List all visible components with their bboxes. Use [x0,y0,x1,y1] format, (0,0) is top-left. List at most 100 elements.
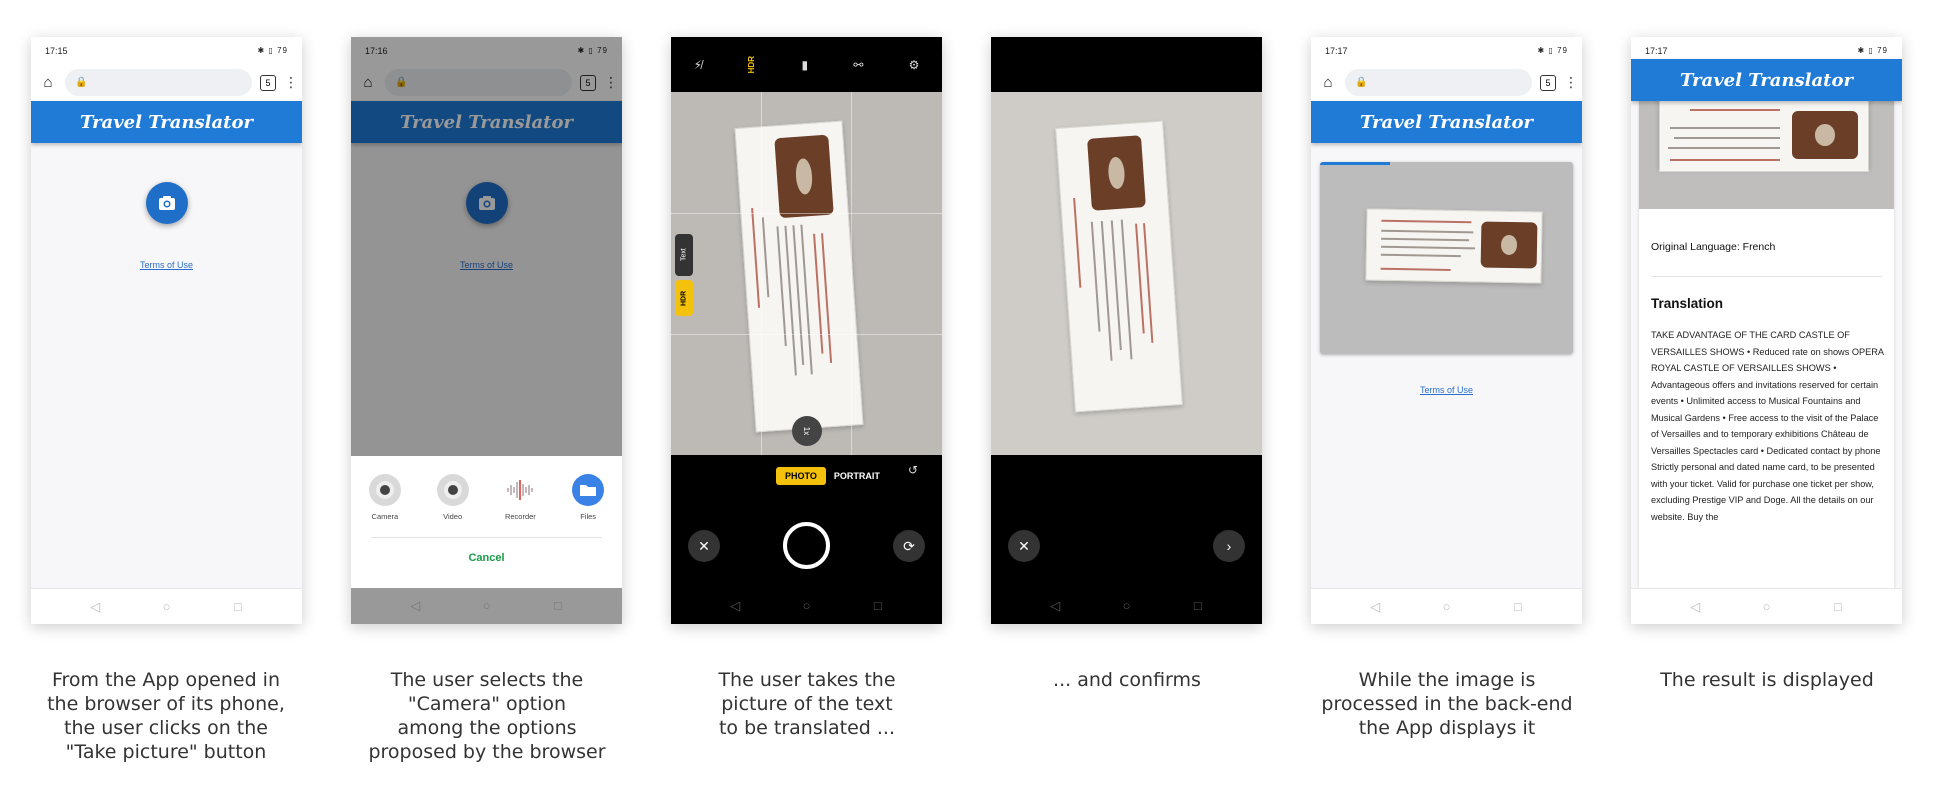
android-nav-bar: ◁ ○ □ [671,588,942,624]
back-icon[interactable]: ◁ [1368,599,1382,614]
retake-button[interactable]: ✕ [1008,530,1040,562]
back-icon[interactable]: ◁ [728,599,742,613]
switch-camera-button[interactable]: ⟳ [893,530,925,562]
terms-of-use-link[interactable]: Terms of Use [31,260,302,270]
browser-toolbar: ⌂ 🔒 5 ⋮ [31,64,302,101]
chevron-right-icon: › [1226,538,1232,554]
flash-off-icon[interactable]: ⚡̸ [694,58,702,72]
status-time: 17:17 [1325,45,1348,56]
camera-controls: PHOTO PORTRAIT ↺ ✕ ⟳ ◁ ○ □ [671,455,942,624]
recents-icon[interactable]: □ [1511,599,1525,614]
upload-progress-bar [1320,162,1390,165]
cancel-button[interactable]: Cancel [351,552,622,564]
settings-icon[interactable]: ⚙ [909,58,920,72]
phone-screen-3: ⚡̸ HDR ▮ ⚯ ⚙ Text HDR 1x PHOTO PORTRAIT … [671,37,942,624]
terms-of-use-link[interactable]: Terms of Use [1311,385,1582,395]
home-nav-icon[interactable]: ○ [800,599,814,613]
filters-icon[interactable]: ⚯ [853,58,863,72]
overflow-menu-icon[interactable]: ⋮ [284,74,298,91]
app-title-bar-sticky: Travel Translator [1631,59,1902,101]
phone-screen-6: 17:17 ✱ ▯ 79 Original Language: French T… [1631,37,1902,624]
back-icon[interactable]: ◁ [1688,599,1702,614]
text-mode-chip[interactable]: Text [675,234,693,276]
address-bar[interactable]: 🔒 [65,69,252,96]
uploaded-image-preview [1320,162,1573,354]
aspect-ratio-icon[interactable]: ▮ [801,58,808,72]
camera-top-bar: ⚡̸ HDR ▮ ⚯ ⚙ [671,37,942,92]
shutter-button[interactable] [783,522,830,569]
home-nav-icon[interactable]: ○ [1760,599,1774,614]
video-lens-icon [436,474,469,506]
caption-step-5: While the image is processed in the back… [1321,669,1573,739]
card-photo [774,134,834,219]
status-icons: ✱ ▯ 79 [257,46,288,55]
home-nav-icon[interactable]: ○ [1120,599,1134,613]
hdr-chip[interactable]: HDR [675,280,693,316]
tab-count-button[interactable]: 5 [1540,74,1556,91]
caption-step-1: From the App opened in the browser of it… [47,669,285,763]
caption-step-3: The user takes the picture of the text t… [718,669,896,739]
picker-option-camera[interactable]: Camera [360,474,410,521]
home-icon[interactable]: ⌂ [1319,74,1337,91]
picker-option-recorder[interactable]: Recorder [495,474,545,521]
folder-icon [572,474,605,506]
lock-icon: 🔒 [1355,77,1368,88]
recents-icon[interactable]: □ [231,599,245,614]
picker-option-files[interactable]: Files [563,474,613,521]
picker-option-video[interactable]: Video [428,474,478,521]
recents-icon[interactable]: □ [551,599,565,613]
confirm-button[interactable]: › [1213,530,1245,562]
caption-step-6: The result is displayed [1660,669,1874,691]
camera-icon [159,196,175,210]
app-title-bar: Travel Translator [1311,101,1582,143]
waveform-icon [504,474,536,506]
status-bar: 17:15 ✱ ▯ 79 [31,37,302,64]
camera-viewfinder[interactable]: Text HDR 1x [671,92,942,455]
phone-screen-4: ✕ › ◁ ○ □ [991,37,1262,624]
original-language-label: Original Language: French [1651,241,1776,253]
home-icon[interactable]: ⌂ [39,74,57,91]
document-photo [1055,120,1183,413]
mode-portrait-tab[interactable]: PORTRAIT [834,471,880,481]
home-nav-icon[interactable]: ○ [480,599,494,613]
translation-heading: Translation [1651,296,1724,311]
recents-icon[interactable]: □ [1191,599,1205,613]
card-photo [1480,221,1538,269]
recents-icon[interactable]: □ [1831,599,1845,614]
close-icon: ✕ [1018,537,1030,554]
picker-option-label: Video [443,512,463,521]
take-picture-button[interactable] [146,182,188,224]
android-nav-bar: ◁ ○ □ [1311,588,1582,624]
picker-option-label: Recorder [504,512,536,521]
captured-photo-preview [991,92,1262,455]
home-nav-icon[interactable]: ○ [160,599,174,614]
confirm-controls: ✕ › ◁ ○ □ [991,455,1262,624]
address-bar[interactable]: 🔒 [1345,69,1532,96]
browser-toolbar: ⌂ 🔒 5 ⋮ [1311,64,1582,101]
close-camera-button[interactable]: ✕ [688,530,720,562]
zoom-button[interactable]: 1x [792,416,822,446]
translation-text: TAKE ADVANTAGE OF THE CARD CASTLE OF VER… [1651,330,1884,522]
status-time: 17:15 [45,45,68,56]
card-photo [1087,135,1146,211]
document-photo [1365,208,1543,284]
document-photo [1659,94,1869,172]
tab-count-button[interactable]: 5 [260,74,276,91]
card-photo [1792,111,1858,159]
android-nav-bar: ◁ ○ □ [1631,588,1902,624]
picker-option-label: Files [580,512,597,521]
document-photo [734,120,864,433]
home-nav-icon[interactable]: ○ [1440,599,1454,614]
back-icon[interactable]: ◁ [1048,599,1062,613]
back-icon[interactable]: ◁ [88,599,102,614]
recents-icon[interactable]: □ [871,599,885,613]
file-picker-sheet: Camera Video Recorder Files Cancel [351,456,622,588]
status-icons: ✱ ▯ 79 [1857,46,1888,55]
back-icon[interactable]: ◁ [408,599,422,613]
overflow-menu-icon[interactable]: ⋮ [1564,74,1578,91]
picker-option-label: Camera [371,512,399,521]
mode-photo-tab[interactable]: PHOTO [776,467,826,485]
rotate-icon[interactable]: ↺ [908,463,918,477]
hdr-toggle[interactable]: HDR [747,56,756,73]
result-scroll-area[interactable]: Original Language: French Translation TA… [1631,64,1902,615]
